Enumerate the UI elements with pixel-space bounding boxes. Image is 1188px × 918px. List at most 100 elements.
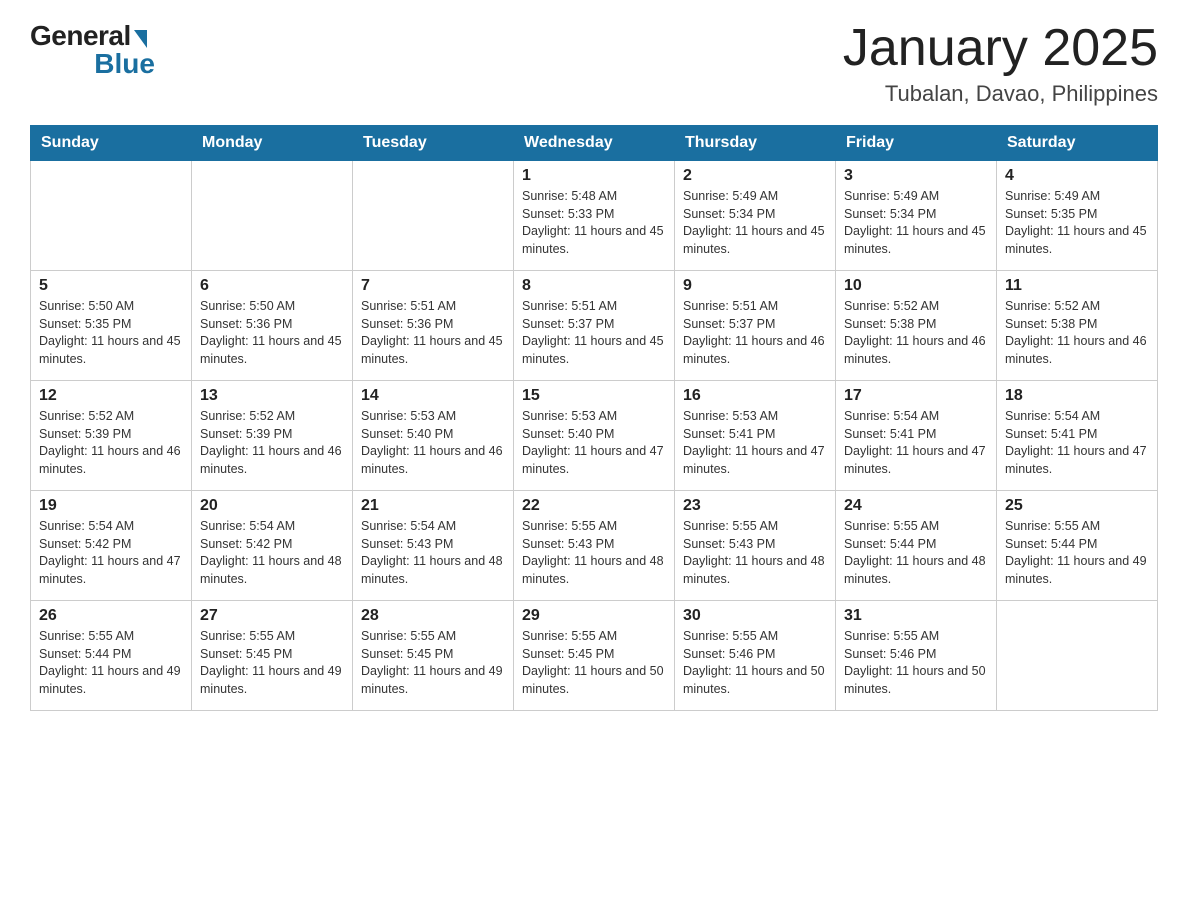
day-number: 17 bbox=[844, 387, 988, 405]
day-number: 22 bbox=[522, 497, 666, 515]
calendar-cell bbox=[997, 601, 1158, 711]
calendar-cell bbox=[353, 161, 514, 271]
day-number: 7 bbox=[361, 277, 505, 295]
day-info: Sunrise: 5:54 AM Sunset: 5:43 PM Dayligh… bbox=[361, 518, 505, 588]
calendar-cell: 13Sunrise: 5:52 AM Sunset: 5:39 PM Dayli… bbox=[192, 381, 353, 491]
day-number: 28 bbox=[361, 607, 505, 625]
logo: General Blue bbox=[30, 20, 155, 80]
calendar-cell: 23 Sunrise: 5:55 AM Sunset: 5:43 PM Dayli… bbox=[675, 491, 836, 601]
day-number: 19 bbox=[39, 497, 183, 515]
day-info: Sunrise: 5:55 AM Sunset: 5:43 PM Dayligh… bbox=[683, 518, 827, 588]
calendar-cell: 9 Sunrise: 5:51 AM Sunset: 5:37 PM Daylig… bbox=[675, 271, 836, 381]
calendar-week-row: 19 Sunrise: 5:54 AM Sunset: 5:42 PM Dayli… bbox=[31, 491, 1158, 601]
calendar-cell: 2 Sunrise: 5:49 AM Sunset: 5:34 PM Daylig… bbox=[675, 161, 836, 271]
day-number: 29 bbox=[522, 607, 666, 625]
day-info: Sunrise: 5:50 AM Sunset: 5:36 PM Dayligh… bbox=[200, 298, 344, 368]
calendar-week-row: 12 Sunrise: 5:52 AM Sunset: 5:39 PM Dayli… bbox=[31, 381, 1158, 491]
day-number: 21 bbox=[361, 497, 505, 515]
calendar-cell: 31 Sunrise: 5:55 AM Sunset: 5:46 PM Dayli… bbox=[836, 601, 997, 711]
calendar-cell: 5Sunrise: 5:50 AM Sunset: 5:35 PM Daylig… bbox=[31, 271, 192, 381]
calendar-week-row: 5Sunrise: 5:50 AM Sunset: 5:35 PM Daylig… bbox=[31, 271, 1158, 381]
day-info: Sunrise: 5:49 AM Sunset: 5:34 PM Dayligh… bbox=[844, 188, 988, 258]
day-number: 3 bbox=[844, 167, 988, 185]
day-number: 14 bbox=[361, 387, 505, 405]
calendar-day-header: Thursday bbox=[675, 126, 836, 161]
day-number: 5 bbox=[39, 277, 183, 295]
calendar-day-header: Monday bbox=[192, 126, 353, 161]
calendar-cell: 27 Sunrise: 5:55 AM Sunset: 5:45 PM Dayli… bbox=[192, 601, 353, 711]
calendar-cell: 28 Sunrise: 5:55 AM Sunset: 5:45 PM Dayli… bbox=[353, 601, 514, 711]
day-info: Sunrise: 5:55 AM Sunset: 5:44 PM Dayligh… bbox=[844, 518, 988, 588]
day-info: Sunrise: 5:49 AM Sunset: 5:35 PM Dayligh… bbox=[1005, 188, 1149, 258]
day-number: 25 bbox=[1005, 497, 1149, 515]
day-info: Sunrise: 5:55 AM Sunset: 5:44 PM Dayligh… bbox=[1005, 518, 1149, 588]
page-header: General Blue January 2025 Tubalan, Davao… bbox=[30, 20, 1158, 107]
day-number: 18 bbox=[1005, 387, 1149, 405]
calendar-day-header: Tuesday bbox=[353, 126, 514, 161]
day-info: Sunrise: 5:53 AM Sunset: 5:41 PM Dayligh… bbox=[683, 408, 827, 478]
day-number: 20 bbox=[200, 497, 344, 515]
day-info: Sunrise: 5:55 AM Sunset: 5:46 PM Dayligh… bbox=[844, 628, 988, 698]
calendar-header-row: SundayMondayTuesdayWednesdayThursdayFrid… bbox=[31, 126, 1158, 161]
calendar-cell: 20 Sunrise: 5:54 AM Sunset: 5:42 PM Dayli… bbox=[192, 491, 353, 601]
day-number: 6 bbox=[200, 277, 344, 295]
day-number: 23 bbox=[683, 497, 827, 515]
calendar-cell: 24 Sunrise: 5:55 AM Sunset: 5:44 PM Dayli… bbox=[836, 491, 997, 601]
day-info: Sunrise: 5:52 AM Sunset: 5:39 PM Dayligh… bbox=[200, 408, 344, 478]
calendar-cell: 25 Sunrise: 5:55 AM Sunset: 5:44 PM Dayli… bbox=[997, 491, 1158, 601]
calendar-week-row: 26 Sunrise: 5:55 AM Sunset: 5:44 PM Dayli… bbox=[31, 601, 1158, 711]
day-info: Sunrise: 5:54 AM Sunset: 5:41 PM Dayligh… bbox=[1005, 408, 1149, 478]
day-number: 30 bbox=[683, 607, 827, 625]
month-title: January 2025 bbox=[843, 20, 1158, 77]
day-info: Sunrise: 5:55 AM Sunset: 5:44 PM Dayligh… bbox=[39, 628, 183, 698]
day-number: 27 bbox=[200, 607, 344, 625]
day-info: Sunrise: 5:51 AM Sunset: 5:37 PM Dayligh… bbox=[683, 298, 827, 368]
calendar-cell: 21 Sunrise: 5:54 AM Sunset: 5:43 PM Dayli… bbox=[353, 491, 514, 601]
day-info: Sunrise: 5:55 AM Sunset: 5:45 PM Dayligh… bbox=[522, 628, 666, 698]
calendar-cell: 15 Sunrise: 5:53 AM Sunset: 5:40 PM Dayli… bbox=[514, 381, 675, 491]
day-info: Sunrise: 5:51 AM Sunset: 5:36 PM Dayligh… bbox=[361, 298, 505, 368]
day-info: Sunrise: 5:55 AM Sunset: 5:45 PM Dayligh… bbox=[361, 628, 505, 698]
day-number: 31 bbox=[844, 607, 988, 625]
calendar-cell bbox=[192, 161, 353, 271]
logo-arrow-icon bbox=[134, 30, 147, 48]
day-info: Sunrise: 5:53 AM Sunset: 5:40 PM Dayligh… bbox=[361, 408, 505, 478]
day-info: Sunrise: 5:55 AM Sunset: 5:45 PM Dayligh… bbox=[200, 628, 344, 698]
calendar-cell: 26 Sunrise: 5:55 AM Sunset: 5:44 PM Dayli… bbox=[31, 601, 192, 711]
day-number: 15 bbox=[522, 387, 666, 405]
day-number: 4 bbox=[1005, 167, 1149, 185]
day-info: Sunrise: 5:55 AM Sunset: 5:43 PM Dayligh… bbox=[522, 518, 666, 588]
day-info: Sunrise: 5:55 AM Sunset: 5:46 PM Dayligh… bbox=[683, 628, 827, 698]
day-info: Sunrise: 5:53 AM Sunset: 5:40 PM Dayligh… bbox=[522, 408, 666, 478]
day-info: Sunrise: 5:48 AM Sunset: 5:33 PM Dayligh… bbox=[522, 188, 666, 258]
day-number: 9 bbox=[683, 277, 827, 295]
day-info: Sunrise: 5:52 AM Sunset: 5:38 PM Dayligh… bbox=[1005, 298, 1149, 368]
day-number: 11 bbox=[1005, 277, 1149, 295]
location-title: Tubalan, Davao, Philippines bbox=[843, 81, 1158, 107]
calendar-cell: 6 Sunrise: 5:50 AM Sunset: 5:36 PM Daylig… bbox=[192, 271, 353, 381]
calendar-cell bbox=[31, 161, 192, 271]
day-number: 12 bbox=[39, 387, 183, 405]
day-number: 2 bbox=[683, 167, 827, 185]
calendar-table: SundayMondayTuesdayWednesdayThursdayFrid… bbox=[30, 125, 1158, 711]
calendar-cell: 14 Sunrise: 5:53 AM Sunset: 5:40 PM Dayli… bbox=[353, 381, 514, 491]
calendar-cell: 17 Sunrise: 5:54 AM Sunset: 5:41 PM Dayli… bbox=[836, 381, 997, 491]
day-number: 24 bbox=[844, 497, 988, 515]
day-number: 8 bbox=[522, 277, 666, 295]
calendar-week-row: 1Sunrise: 5:48 AM Sunset: 5:33 PM Daylig… bbox=[31, 161, 1158, 271]
day-number: 26 bbox=[39, 607, 183, 625]
day-info: Sunrise: 5:54 AM Sunset: 5:42 PM Dayligh… bbox=[39, 518, 183, 588]
calendar-cell: 16 Sunrise: 5:53 AM Sunset: 5:41 PM Dayli… bbox=[675, 381, 836, 491]
calendar-cell: 3 Sunrise: 5:49 AM Sunset: 5:34 PM Daylig… bbox=[836, 161, 997, 271]
day-info: Sunrise: 5:49 AM Sunset: 5:34 PM Dayligh… bbox=[683, 188, 827, 258]
day-info: Sunrise: 5:54 AM Sunset: 5:42 PM Dayligh… bbox=[200, 518, 344, 588]
day-info: Sunrise: 5:52 AM Sunset: 5:38 PM Dayligh… bbox=[844, 298, 988, 368]
day-info: Sunrise: 5:54 AM Sunset: 5:41 PM Dayligh… bbox=[844, 408, 988, 478]
calendar-cell: 1Sunrise: 5:48 AM Sunset: 5:33 PM Daylig… bbox=[514, 161, 675, 271]
day-number: 16 bbox=[683, 387, 827, 405]
calendar-cell: 12Sunrise: 5:52 AM Sunset: 5:39 PM Dayli… bbox=[31, 381, 192, 491]
calendar-cell: 7 Sunrise: 5:51 AM Sunset: 5:36 PM Daylig… bbox=[353, 271, 514, 381]
calendar-cell: 11 Sunrise: 5:52 AM Sunset: 5:38 PM Dayli… bbox=[997, 271, 1158, 381]
logo-blue-text: Blue bbox=[94, 48, 155, 80]
calendar-cell: 10Sunrise: 5:52 AM Sunset: 5:38 PM Dayli… bbox=[836, 271, 997, 381]
